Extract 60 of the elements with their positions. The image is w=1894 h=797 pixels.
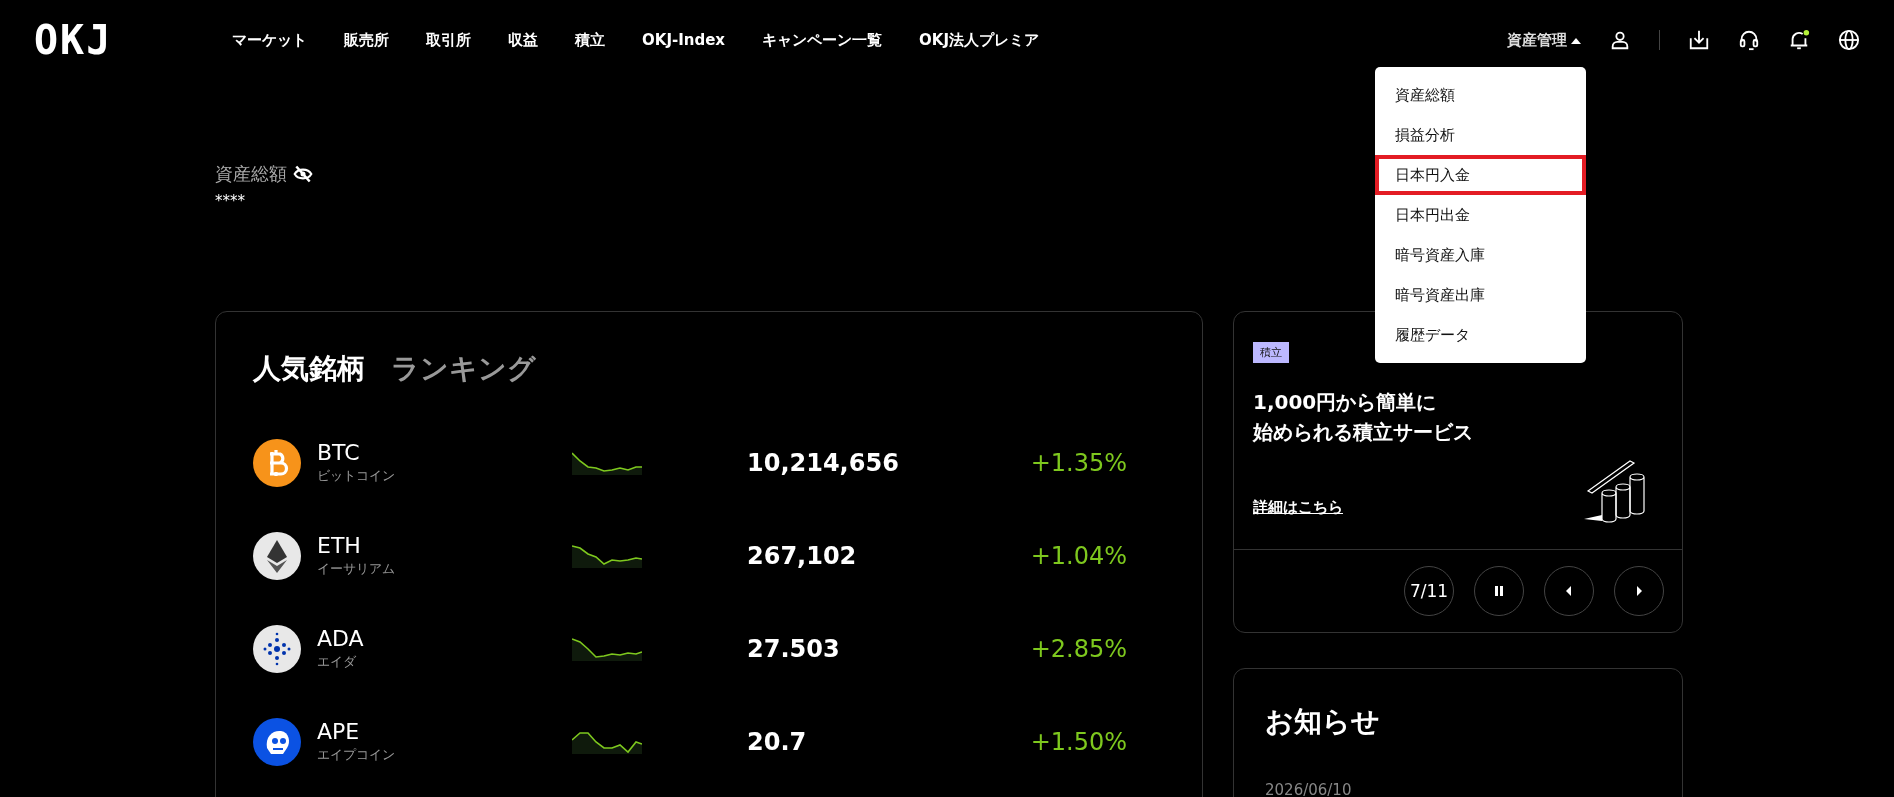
menu-item[interactable]: 暗号資産出庫 — [1375, 275, 1586, 315]
coin-symbol: ADA — [317, 626, 365, 651]
coin-symbol: BTC — [317, 440, 361, 465]
coin-name: ビットコイン — [317, 467, 396, 485]
nav-link[interactable]: OKJ法人プレミア — [919, 30, 1039, 50]
slide-counter: 7/11 — [1404, 566, 1454, 616]
nav-link[interactable]: 積立 — [575, 30, 605, 50]
menu-item[interactable]: 損益分析 — [1375, 115, 1586, 155]
logo[interactable]: OKJ — [34, 20, 184, 60]
coin-symbol: ETH — [317, 533, 362, 558]
price-change: +1.50% — [1030, 727, 1127, 756]
nav-link[interactable]: 収益 — [508, 30, 538, 50]
nav-link[interactable]: キャンペーン一覧 — [762, 30, 883, 50]
price-change: +2.85% — [1030, 634, 1127, 663]
menu-item[interactable]: 資産総額 — [1375, 75, 1586, 115]
coin-icon — [253, 438, 301, 487]
coin-icon — [253, 624, 301, 673]
details-link[interactable]: 詳細はこちら — [1253, 498, 1343, 517]
menu-item[interactable]: 日本円入金 — [1375, 155, 1586, 195]
menu-item[interactable]: 日本円出金 — [1375, 195, 1586, 235]
news-title: お知らせ — [1265, 704, 1381, 740]
coin-symbol: APE — [317, 719, 361, 744]
download-icon[interactable] — [1688, 29, 1710, 51]
sparkline-chart — [572, 729, 642, 754]
category-badge: 積立 — [1253, 342, 1289, 363]
coin-name: イーサリアム — [317, 560, 396, 578]
bell-icon[interactable] — [1788, 29, 1810, 51]
price: 27.503 — [747, 634, 840, 663]
coin-icon — [253, 717, 301, 766]
tab[interactable]: 人気銘柄 — [253, 350, 365, 388]
caret-icon — [1571, 36, 1581, 44]
promo-title: 1,000円から簡単に 始められる積立サービス — [1253, 389, 1474, 446]
price: 20.7 — [747, 727, 807, 756]
nav-link[interactable]: OKJ-Index — [642, 30, 726, 50]
sparkline-chart — [572, 636, 642, 661]
nav-link[interactable]: マーケット — [232, 30, 307, 50]
coin-name: エイプコイン — [317, 746, 396, 764]
coin-name: エイダ — [317, 653, 357, 671]
coin-icon — [253, 531, 301, 580]
price: 10,214,656 — [747, 448, 899, 477]
globe-icon[interactable] — [1838, 29, 1860, 51]
price-change: +1.04% — [1030, 541, 1127, 570]
price-change: +1.35% — [1030, 448, 1127, 477]
sparkline-chart — [572, 543, 642, 568]
menu-item[interactable]: 履歴データ — [1375, 315, 1586, 355]
menu-item[interactable]: 暗号資産入庫 — [1375, 235, 1586, 275]
eye-slash-icon[interactable] — [293, 164, 313, 184]
nav-link[interactable]: 取引所 — [426, 30, 471, 50]
headset-icon[interactable] — [1738, 29, 1760, 51]
pause-button[interactable] — [1474, 566, 1524, 616]
pause-icon — [1493, 585, 1505, 597]
tab[interactable]: ランキング — [391, 350, 536, 388]
price: 267,102 — [747, 541, 857, 570]
sparkline-chart — [572, 450, 642, 475]
nav-link[interactable]: 販売所 — [344, 30, 389, 50]
total-assets-label: 資産総額 — [215, 162, 287, 186]
total-assets-value: **** — [215, 192, 246, 210]
asset-menu-button[interactable]: 資産管理 — [1507, 30, 1581, 50]
user-icon[interactable] — [1609, 29, 1631, 51]
news-date: 2026/06/10 — [1265, 781, 1353, 797]
